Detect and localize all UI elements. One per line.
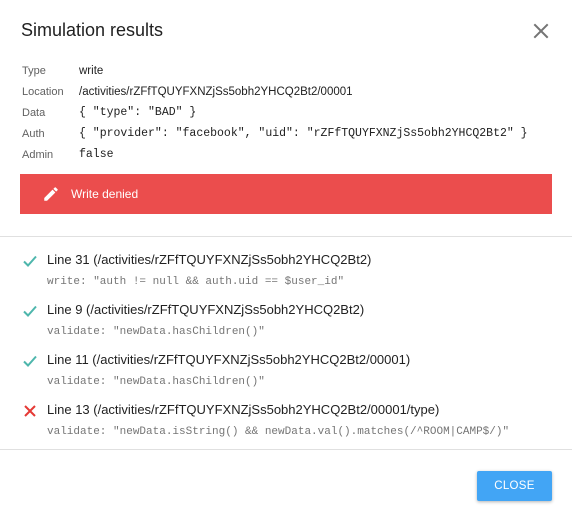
dialog-header: Simulation results <box>0 0 572 60</box>
meta-row-location: Location /activities/rZFfTQUYFXNZjSs5obh… <box>22 82 528 103</box>
meta-row-auth: Auth { "provider": "facebook", "uid": "r… <box>22 123 528 144</box>
rule-result-item: Line 13 (/activities/rZFfTQUYFXNZjSs5obh… <box>0 397 572 447</box>
divider <box>0 236 572 237</box>
meta-row-admin: Admin false <box>22 144 528 165</box>
meta-row-type: Type write <box>22 61 528 82</box>
rule-result-item: Line 11 (/activities/rZFfTQUYFXNZjSs5obh… <box>0 347 572 397</box>
meta-value: { "provider": "facebook", "uid": "rZFfTQ… <box>79 127 528 141</box>
simulation-results-dialog: Simulation results Type write Location /… <box>0 0 572 522</box>
rule-line: Line 31 (/activities/rZFfTQUYFXNZjSs5obh… <box>47 252 372 267</box>
meta-key: Type <box>22 65 46 78</box>
rule-line: Line 11 (/activities/rZFfTQUYFXNZjSs5obh… <box>47 352 411 367</box>
check-icon <box>23 355 37 367</box>
banner-text: Write denied <box>71 187 139 201</box>
request-details: Type write Location /activities/rZFfTQUY… <box>22 61 528 165</box>
dialog-title: Simulation results <box>21 20 164 40</box>
meta-value: /activities/rZFfTQUYFXNZjSs5obh2YHCQ2Bt2… <box>79 86 353 99</box>
rule-expression: write: "auth != null && auth.uid == $use… <box>47 276 345 288</box>
meta-key: Auth <box>22 127 45 140</box>
rule-result-item: Line 31 (/activities/rZFfTQUYFXNZjSs5obh… <box>0 247 572 297</box>
rule-line: Line 13 (/activities/rZFfTQUYFXNZjSs5obh… <box>47 402 440 417</box>
write-denied-banner: Write denied <box>20 174 552 214</box>
rule-results-list: Line 31 (/activities/rZFfTQUYFXNZjSs5obh… <box>0 247 572 447</box>
close-button[interactable]: CLOSE <box>477 471 552 501</box>
close-icon[interactable] <box>530 20 552 42</box>
meta-key: Admin <box>22 148 54 161</box>
pencil-icon <box>44 187 58 201</box>
rule-expression: validate: "newData.isString() && newData… <box>47 426 510 438</box>
cross-icon <box>24 405 36 417</box>
meta-row-data: Data { "type": "BAD" } <box>22 103 528 124</box>
check-icon <box>23 255 37 267</box>
rule-expression: validate: "newData.hasChildren()" <box>47 376 265 388</box>
rule-result-item: Line 9 (/activities/rZFfTQUYFXNZjSs5obh2… <box>0 297 572 347</box>
meta-key: Location <box>22 86 64 99</box>
rule-line: Line 9 (/activities/rZFfTQUYFXNZjSs5obh2… <box>47 302 365 317</box>
meta-value: { "type": "BAD" } <box>79 106 197 120</box>
meta-value: false <box>79 148 114 162</box>
rule-expression: validate: "newData.hasChildren()" <box>47 326 265 338</box>
check-icon <box>23 305 37 317</box>
meta-value: write <box>79 65 104 78</box>
meta-key: Data <box>22 106 46 119</box>
dialog-footer: CLOSE <box>0 449 572 522</box>
